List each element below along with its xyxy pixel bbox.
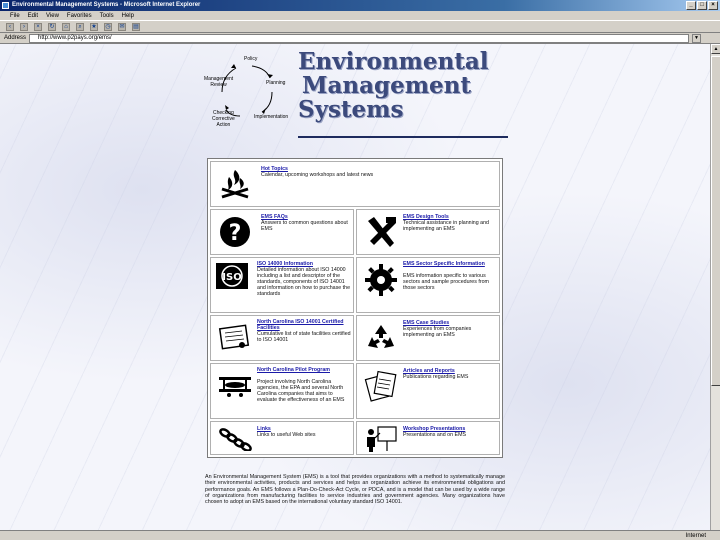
menu-tools[interactable]: Tools — [100, 11, 114, 20]
ems-intro-paragraph: An Environmental Management System (EMS)… — [205, 474, 505, 506]
cycle-arrows — [221, 64, 273, 117]
cell-sector[interactable]: EMS Sector Specific Information EMS info… — [356, 257, 500, 313]
tools-icon — [361, 214, 401, 250]
history-icon[interactable]: ◷ — [104, 22, 112, 31]
home-icon[interactable]: ⌂ — [62, 22, 70, 31]
stop-icon[interactable]: × — [34, 22, 42, 31]
presentation-icon — [361, 426, 401, 452]
page-title: Environmental Management Systems — [298, 50, 489, 122]
nc-pilot-link[interactable]: North Carolina Pilot Program — [257, 367, 347, 373]
minimize-button[interactable]: _ — [686, 1, 696, 10]
mail-icon[interactable]: ✉ — [118, 22, 126, 31]
menu-help[interactable]: Help — [122, 11, 134, 20]
airplane-icon — [215, 368, 255, 404]
arrow-policy-planning — [251, 65, 271, 79]
vertical-scrollbar[interactable]: ▲ — [710, 44, 720, 530]
faqs-desc: Answers to common questions about EMS — [261, 220, 348, 232]
scroll-up-icon[interactable]: ▲ — [711, 44, 720, 54]
menu-favorites[interactable]: Favorites — [67, 11, 92, 20]
status-bar: Internet — [0, 530, 720, 540]
certificate-icon — [215, 320, 255, 356]
back-icon[interactable]: ‹ — [6, 22, 14, 31]
iso-logo-icon: ISO — [215, 262, 249, 290]
pdca-cycle-diagram: Policy Planning Implementation Checking … — [200, 52, 300, 142]
cell-articles[interactable]: Articles and Reports Publications regard… — [356, 363, 500, 419]
scroll-thumb[interactable] — [711, 56, 720, 386]
sector-link[interactable]: EMS Sector Specific Information — [403, 261, 493, 267]
cell-workshop[interactable]: Workshop Presentations Presentations and… — [356, 421, 500, 455]
menu-file[interactable]: File — [10, 11, 20, 20]
maximize-button[interactable]: □ — [697, 1, 707, 10]
cell-nc-pilot[interactable]: North Carolina Pilot Program Project inv… — [210, 363, 354, 419]
close-button[interactable]: × — [708, 1, 718, 10]
nc-pilot-desc: Project involving North Carolina agencie… — [257, 379, 345, 403]
window-titlebar: Environmental Management Systems - Micro… — [0, 0, 720, 11]
svg-text:ISO: ISO — [222, 272, 241, 283]
cycle-label-implementation: Implementation — [254, 114, 289, 120]
page-title-line-3: Systems — [298, 96, 404, 123]
ems-topics-grid: Hot Topics Calendar, upcoming workshops … — [207, 158, 503, 458]
design-tools-desc: Technical assistance in planning and imp… — [403, 220, 489, 232]
cycle-label-review: Management Review — [204, 76, 234, 88]
cell-faqs[interactable]: ? EMS FAQs Answers to common questions a… — [210, 209, 354, 255]
cell-nc-certified[interactable]: North Carolina ISO 14001 Certified Facil… — [210, 315, 354, 361]
favorites-icon[interactable]: ★ — [90, 22, 98, 31]
articles-desc: Publications regarding EMS — [403, 374, 469, 380]
nc-certified-link[interactable]: North Carolina ISO 14001 Certified Facil… — [257, 319, 351, 331]
cycle-label-policy: Policy — [244, 56, 258, 62]
chain-icon — [215, 426, 255, 452]
window-title: Environmental Management Systems - Micro… — [12, 2, 201, 8]
workshop-desc: Presentations and on EMS — [403, 432, 467, 438]
cell-iso[interactable]: ISO ISO 14000 Information Detailed infor… — [210, 257, 354, 313]
menu-edit[interactable]: Edit — [28, 11, 38, 20]
links-desc: Links to useful Web sites — [257, 432, 316, 438]
hot-topics-desc: Calendar, upcoming workshops and latest … — [261, 172, 374, 178]
cell-links[interactable]: Links Links to useful Web sites — [210, 421, 354, 455]
nc-certified-desc: Cumulative list of state facilities cert… — [257, 331, 351, 343]
case-studies-desc: Experiences from companies implementing … — [403, 326, 472, 338]
address-dropdown-icon[interactable]: ▼ — [692, 33, 702, 43]
menu-bar: File Edit View Favorites Tools Help — [0, 11, 720, 21]
menu-view[interactable]: View — [46, 11, 59, 20]
search-icon[interactable]: ⌕ — [76, 22, 84, 31]
question-mark-icon: ? — [215, 214, 255, 250]
cycle-label-checking: Checking Corrective Action — [212, 110, 235, 128]
page-title-line-2: Management — [302, 72, 472, 99]
page-title-line-1: Environmental — [298, 48, 489, 75]
address-label: Address — [4, 35, 27, 41]
gear-icon — [361, 262, 401, 298]
cell-hot-topics[interactable]: Hot Topics Calendar, upcoming workshops … — [210, 161, 500, 207]
cell-case-studies[interactable]: EMS Case Studies Experiences from compan… — [356, 315, 500, 361]
campfire-icon — [215, 166, 255, 202]
refresh-icon[interactable]: ↻ — [48, 22, 56, 31]
cycle-label-planning: Planning — [266, 80, 286, 86]
cell-design-tools[interactable]: EMS Design Tools Technical assistance in… — [356, 209, 500, 255]
title-divider — [298, 136, 508, 138]
print-icon[interactable]: ▤ — [132, 22, 140, 31]
toolbar: ‹ › × ↻ ⌂ ⌕ ★ ◷ ✉ ▤ — [0, 21, 720, 33]
page-viewport: Policy Planning Implementation Checking … — [0, 44, 710, 530]
iso-desc: Detailed information about ISO 14000 inc… — [257, 267, 351, 297]
window-controls: _ □ × — [686, 1, 718, 10]
svg-text:?: ? — [229, 221, 242, 246]
address-bar: Address http://www.p2pays.org/ems/ ▼ — [0, 33, 720, 44]
address-input[interactable]: http://www.p2pays.org/ems/ — [29, 33, 690, 43]
ie-icon — [2, 2, 9, 9]
documents-icon — [361, 368, 401, 404]
internet-zone-indicator: Internet — [685, 533, 706, 539]
recycle-icon — [361, 320, 401, 356]
arrow-planning-implementation — [261, 91, 273, 113]
forward-icon[interactable]: › — [20, 22, 28, 31]
sector-desc: EMS information specific to various sect… — [403, 273, 489, 291]
